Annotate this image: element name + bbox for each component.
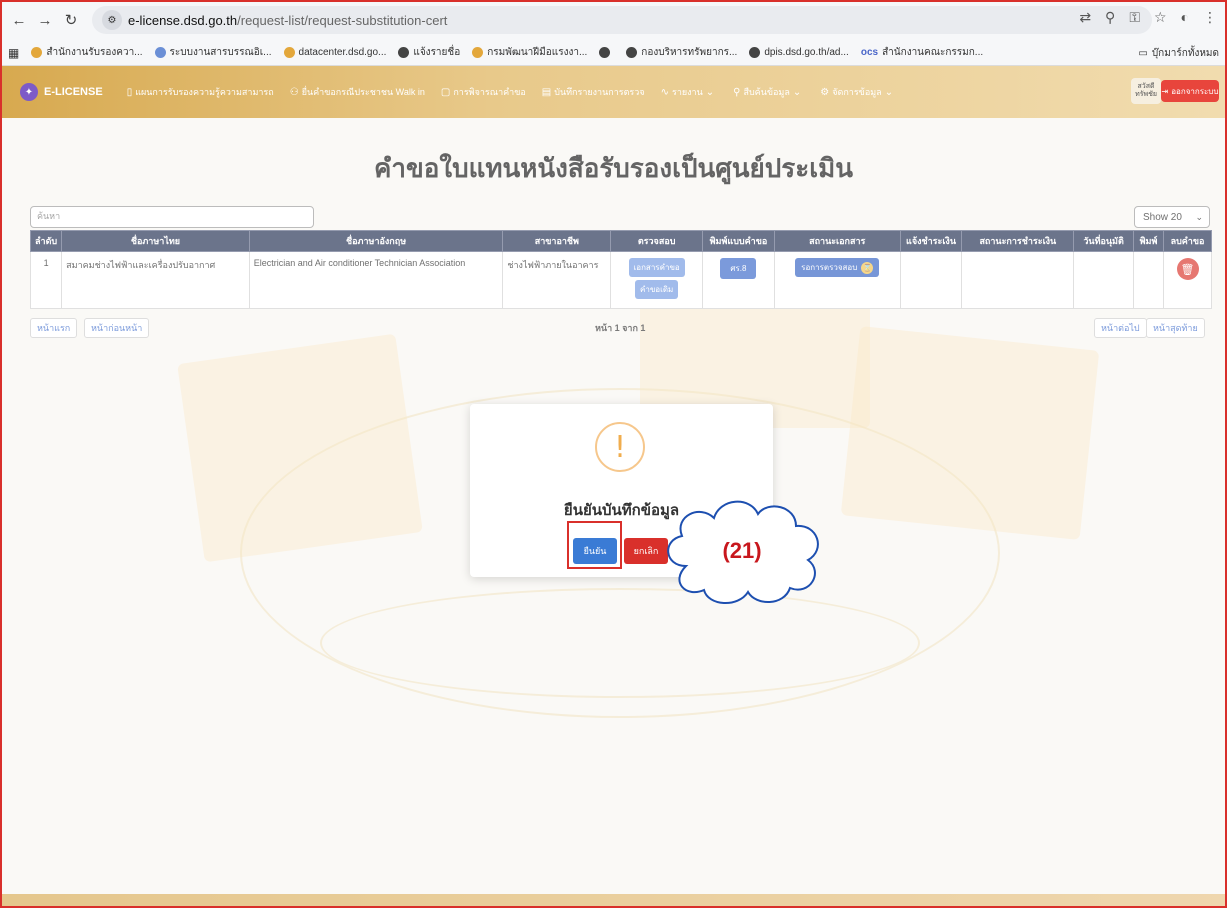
logout-button[interactable]: ⇥ ออกจากระบบ: [1161, 80, 1219, 102]
nav-walkin[interactable]: ⚇ ยื่นคำขอกรณีประชาชน Walk in: [290, 85, 425, 99]
app-logo[interactable]: ✦ E-LICENSE: [20, 83, 103, 101]
activity-icon: ∿: [660, 86, 669, 98]
nav-inspection-report[interactable]: ▤ บันทึกรายงานการตรวจ: [542, 85, 645, 99]
address-bar[interactable]: ⚙ e-license.dsd.go.th/request-list/reque…: [92, 6, 1152, 34]
logout-icon: ⇥: [1161, 86, 1169, 96]
ocs-icon: ocs: [860, 47, 879, 58]
key-icon[interactable]: ⚿: [1129, 9, 1140, 26]
bookmark-favicon-icon: [154, 47, 166, 58]
globe-icon: [749, 47, 761, 58]
nav-search-data[interactable]: ⚲ สืบค้นข้อมูล ⌄: [733, 85, 804, 99]
bookmark-item[interactable]: ระบบงานสารบรรณอิเ...: [154, 45, 272, 60]
bookmark-item[interactable]: กองบริหารทรัพยากร...: [626, 45, 737, 60]
bookmark-favicon-icon: [283, 47, 295, 58]
bookmark-favicon-icon: [472, 47, 484, 58]
nav-report[interactable]: ∿ รายงาน ⌄: [661, 85, 718, 99]
back-icon[interactable]: ←: [8, 9, 30, 31]
bookmark-item[interactable]: สำนักงานรับรองควา...: [31, 45, 143, 60]
chevron-down-icon: ⌄: [884, 86, 894, 98]
gear-icon: ⚙: [820, 86, 830, 98]
highlight-box: [567, 521, 622, 569]
all-bookmarks[interactable]: ▭ บุ๊กมาร์กทั้งหมด: [1130, 46, 1219, 61]
profile-icon[interactable]: ◐: [1181, 9, 1189, 26]
bookmark-item[interactable]: แจ้งรายชื่อ: [398, 45, 460, 60]
warning-icon: !: [595, 422, 645, 472]
globe-icon: [599, 47, 611, 58]
apps-icon[interactable]: ▦: [8, 46, 19, 60]
globe-icon: [626, 47, 638, 58]
chevron-down-icon: ⌄: [705, 86, 715, 98]
browser-toolbar: ← → ↻ ⚙ e-license.dsd.go.th/request-list…: [0, 0, 1227, 40]
reload-icon[interactable]: ↻: [60, 9, 82, 31]
app-header: ✦ E-LICENSE ▯ แผนการรับรองความรู้ความสามา…: [0, 66, 1227, 118]
clipboard-icon: ▢: [440, 86, 451, 98]
star-icon[interactable]: ☆: [1154, 9, 1167, 26]
folder-icon: ▭: [1138, 48, 1148, 59]
zoom-icon[interactable]: ⚲: [1105, 9, 1115, 26]
bookmarks-bar: ▦ สำนักงานรับรองควา... ระบบงานสารบรรณอิเ…: [0, 40, 1227, 66]
book-icon: ▯: [126, 86, 133, 98]
bookmark-item[interactable]: กรมพัฒนาฝีมือแรงงา...: [472, 45, 587, 60]
user-greeting[interactable]: สวัสดี ทรัพชัย: [1131, 78, 1161, 104]
menu-icon[interactable]: ⋮: [1203, 9, 1217, 26]
globe-icon: [398, 47, 410, 58]
bookmark-item[interactable]: [599, 47, 614, 58]
translate-icon[interactable]: ⇄: [1079, 9, 1091, 26]
bookmark-favicon-icon: [31, 47, 43, 58]
search-icon: ⚲: [733, 86, 741, 98]
user-plus-icon: ⚇: [289, 86, 299, 98]
bookmark-item[interactable]: ocs สำนักงานคณะกรรมก...: [861, 45, 983, 60]
logo-icon: ✦: [20, 83, 38, 101]
callout-label: (21): [722, 538, 762, 563]
forward-icon[interactable]: →: [34, 9, 56, 31]
bookmark-item[interactable]: dpis.dsd.go.th/ad...: [749, 47, 849, 58]
nav-plan[interactable]: ▯ แผนการรับรองความรู้ความสามารถ: [127, 85, 274, 99]
document-icon: ▤: [541, 86, 552, 98]
url-path: /request-list/request-substitution-cert: [237, 12, 448, 28]
bookmark-item[interactable]: datacenter.dsd.go...: [283, 47, 386, 58]
nav-consider[interactable]: ▢ การพิจารณาคำขอ: [441, 85, 526, 99]
chevron-down-icon: ⌄: [792, 86, 802, 98]
nav-manage-data[interactable]: ⚙ จัดการข้อมูล ⌄: [820, 85, 896, 99]
url-host: e-license.dsd.go.th: [128, 12, 238, 28]
site-settings-icon[interactable]: ⚙: [102, 10, 122, 30]
